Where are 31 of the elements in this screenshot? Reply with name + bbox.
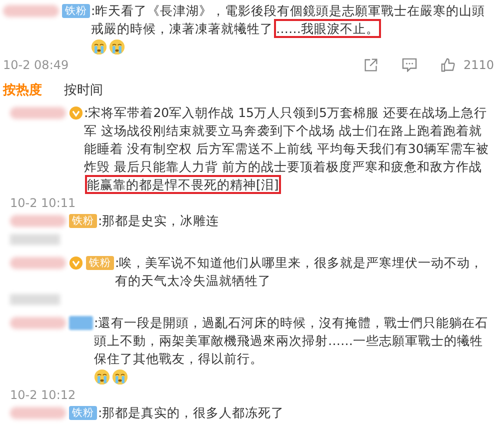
like-icon[interactable] [441, 58, 456, 72]
comment-text: :唉，美军说不知道他们从哪里来，很多就是严寒埋伏一动不动，有的天气太冷失温就牺牲了 [115, 254, 484, 290]
blurred-username [10, 215, 66, 227]
comment-text: :還有一段是開頭，過亂石河床的時候，沒有掩體，戰士們只能躺在石頭上不動，兩架美軍敵機飛過來兩次掃射……一些志願軍戰士的犧牲保住了其他戰友，得以前行。 [94, 314, 490, 368]
blurred-username [10, 407, 66, 419]
crying-face-icon [91, 39, 107, 55]
crying-face-icon [109, 39, 125, 55]
sort-tab[interactable]: 按时间 [64, 82, 103, 100]
share-icon[interactable] [364, 58, 378, 72]
crying-face-icon [94, 369, 110, 385]
comment-time: 10-2 10:11 [10, 196, 76, 210]
fan-badge: 铁粉 [69, 214, 97, 228]
comment-text: :那都是史实，冰雕连 [98, 212, 220, 230]
fan-badge: 铁粉 [62, 4, 90, 18]
blurred-username [10, 257, 66, 269]
like-count: 2110 [463, 57, 494, 74]
fan-badge: 铁粉 [69, 406, 97, 420]
blurred-username [10, 317, 66, 329]
comment-time: 10-2 10:12 [10, 388, 76, 402]
comment-text: :那都是真实的，很多人都冻死了 [98, 404, 286, 422]
comment-text: :昨天看了《長津湖》，電影後段有個鏡頭是志願軍戰士在嚴寒的山頭戒嚴的時候，凍著凍著就犧牲了 ……我眼淚不止。 [91, 2, 486, 38]
comment-time: 10-2 08:49 [3, 57, 69, 74]
crying-face-icon [112, 369, 128, 385]
blurred-username [3, 5, 59, 17]
blurred-time [10, 294, 60, 305]
fan-badge: 铁粉 [86, 256, 114, 270]
comment-text: :宋将军带着20军入朝作战 15万人只领到5万套棉服 还要在战场上急行军 这场战役刚结束就要立马奔袭到下个战场 战士们在路上跑着跑着就能睡着 没有制空权 后方军需送不上前线 平均每天我们有30辆军需车被炸毁 最后只能靠人力背 前方的战士要顶着极度严寒和疲惫和敌方作战 能赢靠的都是悍不畏死的精神[泪] [84, 104, 490, 194]
comment-icon[interactable] [402, 58, 418, 72]
blurred-username [10, 107, 66, 119]
blurred-time [10, 234, 60, 245]
blurred-badge [69, 316, 93, 330]
